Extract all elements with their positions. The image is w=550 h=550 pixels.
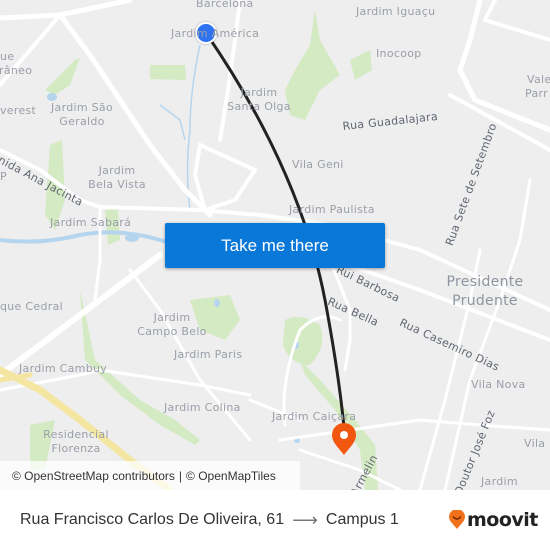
moovit-wordmark: moovit: [467, 509, 538, 531]
city-label: Presidente: [446, 274, 524, 290]
pond: [47, 93, 57, 101]
omt-attribution-link[interactable]: © OpenMapTiles: [186, 469, 276, 483]
road: [482, 0, 550, 42]
road: [192, 142, 258, 213]
map-label: Vila Geni: [292, 158, 344, 171]
map-label: Vale: [527, 73, 550, 86]
map-attribution: © OpenStreetMap contributors | © OpenMap…: [0, 461, 300, 490]
map-label: Jardim: [153, 311, 191, 324]
map-label: verest: [0, 104, 37, 117]
footer: Rua Francisco Carlos De Oliveira, 61 ⟶ C…: [0, 490, 550, 550]
map-label: Jardim Colina: [164, 401, 241, 414]
park-area: [45, 58, 80, 95]
map-label: râneo: [0, 64, 33, 77]
stream: [159, 104, 186, 141]
map-label: Residencial: [43, 428, 109, 441]
map-label: Jardim Paris: [174, 348, 243, 361]
park-area: [285, 10, 340, 120]
destination-pin-icon[interactable]: [332, 423, 356, 455]
map-label: Geraldo: [59, 115, 105, 128]
origin-name: Rua Francisco Carlos De Oliveira, 61: [20, 511, 285, 528]
park-area: [283, 316, 323, 365]
map-label: Jardim: [98, 164, 136, 177]
moovit-logo[interactable]: moovit: [449, 506, 538, 534]
arrow-right-icon: ⟶: [292, 509, 318, 530]
water-bodies: [47, 93, 300, 443]
map-label: Santa Olga: [227, 100, 291, 113]
map-label: Inocoop: [376, 47, 422, 60]
map-label: Jardim América: [171, 27, 260, 40]
city-label: Prudente: [452, 293, 518, 309]
map-label: ue: [0, 50, 15, 63]
take-me-there-button[interactable]: Take me there: [165, 223, 385, 268]
road: [298, 448, 402, 490]
map-label: Jardim Cambuy: [19, 362, 108, 375]
map-label: Jardim: [481, 475, 518, 488]
road: [278, 418, 550, 442]
attribution-separator: |: [178, 468, 183, 483]
road: [0, 0, 133, 21]
map-label: Vila: [524, 437, 546, 450]
map-label: Florenza: [51, 442, 101, 455]
park-area: [350, 50, 372, 80]
map-label: Vila Nova: [471, 378, 526, 391]
pond: [125, 234, 139, 242]
map-label: Bela Vista: [88, 178, 146, 191]
map-label: Jardim Sabará: [50, 216, 132, 229]
map-label: Jardim: [240, 86, 278, 99]
destination-name: Campus 1: [325, 511, 399, 528]
map-label: Parr: [525, 87, 548, 100]
pond: [214, 299, 220, 307]
moovit-pin-icon: [449, 510, 465, 529]
map-view[interactable]: Barcelona Jardim América Jardim Iguaçu I…: [0, 0, 550, 490]
road: [457, 0, 550, 133]
map-label: Jardim Paulista: [289, 203, 375, 216]
map-label: Campo Belo: [137, 325, 207, 338]
map-label: Jardim Caiçara: [272, 410, 357, 423]
map-label: P: [0, 170, 7, 183]
park-area: [150, 65, 186, 80]
map-label: Jardim Iguaçu: [356, 5, 436, 18]
map-label: que Cedral: [0, 300, 63, 313]
osm-attribution-link[interactable]: © OpenStreetMap contributors: [12, 469, 175, 483]
route-summary: Rua Francisco Carlos De Oliveira, 61 ⟶ C…: [20, 490, 399, 550]
map-label: Barcelona: [196, 0, 254, 10]
map-label: Jardim São: [50, 101, 114, 114]
